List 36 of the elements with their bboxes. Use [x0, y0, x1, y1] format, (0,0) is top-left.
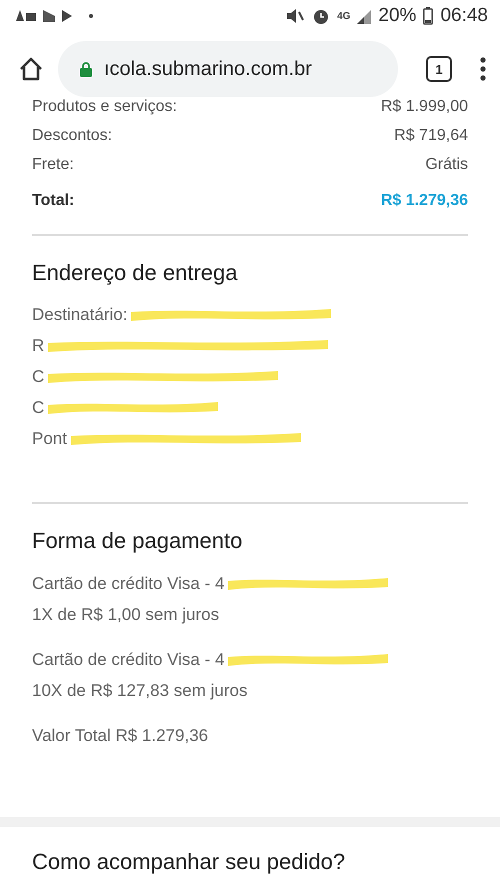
address-line: R	[32, 336, 44, 356]
installments-text: 10X de R$ 127,83 sem juros	[32, 680, 248, 701]
section-title: Como acompanhar seu pedido?	[32, 849, 346, 875]
summary-value: R$ 719,64	[394, 126, 468, 144]
clock: 06:48	[440, 5, 488, 27]
total-label: Total:	[32, 192, 74, 210]
summary-label: Produtos e serviços:	[32, 98, 177, 116]
card-info: Cartão de crédito Visa - 4	[32, 650, 224, 670]
address-line: C	[32, 398, 44, 418]
battery-percent: 20%	[378, 5, 416, 27]
payment-total: Valor Total R$ 1.279,36	[32, 726, 208, 746]
section-title: Endereço de entrega	[32, 260, 238, 286]
address-line: Destinatário:	[32, 305, 128, 326]
address-line: C	[32, 367, 44, 388]
lock-icon	[80, 62, 92, 76]
play-icon	[62, 10, 72, 22]
tab-switcher-button[interactable]: 1	[426, 56, 452, 82]
signal-icon	[357, 8, 372, 24]
dot-icon	[89, 14, 93, 18]
address-bar[interactable]: ıcola.submarino.com.br	[58, 41, 398, 97]
total-value: R$ 1.279,36	[380, 192, 468, 210]
network-type: 4G	[337, 10, 350, 22]
summary-label: Descontos:	[32, 126, 112, 144]
battery-icon	[423, 7, 434, 25]
section-title: Forma de pagamento	[32, 528, 244, 554]
mute-icon	[285, 7, 306, 25]
home-button[interactable]	[18, 56, 44, 82]
menu-icon[interactable]	[480, 57, 486, 81]
address-line: Pont	[32, 429, 67, 450]
installments-text: 1X de R$ 1,00 sem juros	[32, 604, 220, 625]
url-text: ıcola.submarino.com.br	[104, 58, 312, 80]
summary-label: Frete:	[32, 156, 74, 174]
alarm-icon	[312, 7, 330, 25]
summary-value: R$ 1.999,00	[380, 98, 468, 116]
card-info: Cartão de crédito Visa - 4	[32, 574, 224, 594]
summary-value: Grátis	[425, 156, 468, 174]
